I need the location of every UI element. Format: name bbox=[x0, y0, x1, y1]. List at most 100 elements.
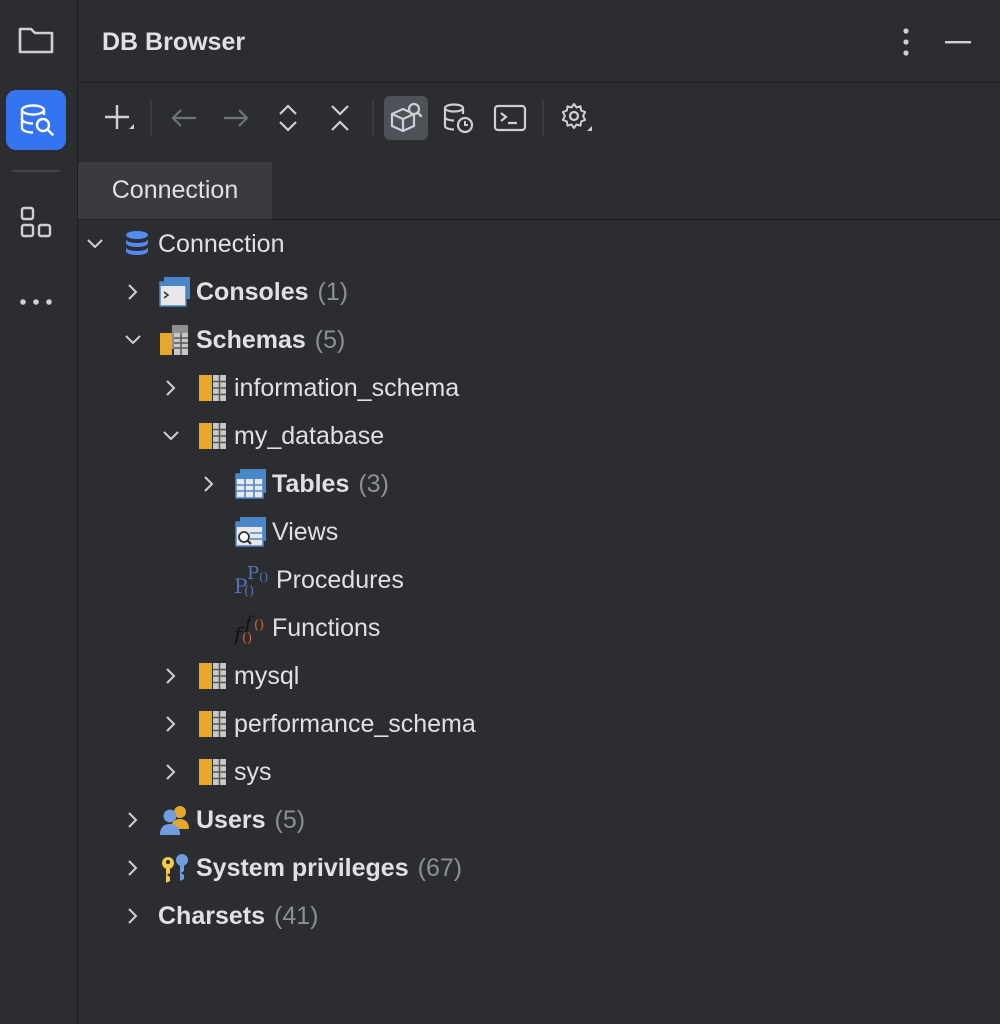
chevron-right-icon[interactable] bbox=[160, 713, 182, 735]
item-count: (41) bbox=[274, 901, 319, 930]
item-count: (1) bbox=[317, 277, 349, 306]
database-icon bbox=[120, 227, 154, 261]
toolbar-separator bbox=[372, 99, 374, 137]
privileges-keys-icon bbox=[158, 851, 192, 885]
consoles-icon bbox=[158, 275, 192, 309]
gear-icon bbox=[561, 103, 592, 131]
tree-node-charsets[interactable]: Charsets (41) bbox=[122, 892, 318, 940]
schema-icon bbox=[196, 419, 230, 453]
connection-tabs: Connection bbox=[78, 162, 1000, 220]
options-menu-button[interactable] bbox=[888, 24, 924, 60]
item-count: (5) bbox=[314, 325, 346, 354]
chevron-down-icon[interactable] bbox=[160, 425, 182, 447]
tree-node-label: sys bbox=[234, 757, 272, 786]
chevron-right-icon[interactable] bbox=[122, 905, 144, 927]
terminal-icon bbox=[493, 104, 527, 132]
object-filter-button[interactable] bbox=[384, 96, 428, 140]
database-search-icon bbox=[20, 104, 54, 136]
tree-node-label: Connection bbox=[158, 229, 285, 258]
tree-node-procedures[interactable]: P P () () Procedures bbox=[234, 556, 404, 604]
chevron-right-icon[interactable] bbox=[122, 809, 144, 831]
collapse-all-button[interactable] bbox=[318, 96, 362, 140]
svg-text:(): () bbox=[259, 570, 268, 584]
tree-node-label: information_schema bbox=[234, 373, 460, 402]
svg-text:(): () bbox=[244, 584, 254, 597]
add-connection-button[interactable] bbox=[96, 96, 140, 140]
chevron-right-icon[interactable] bbox=[160, 665, 182, 687]
tree-node-users[interactable]: Users (5) bbox=[122, 796, 305, 844]
svg-text:(): () bbox=[254, 618, 264, 633]
history-button[interactable] bbox=[436, 96, 480, 140]
item-count: (5) bbox=[274, 805, 306, 834]
tree-node-schema[interactable]: my_database bbox=[160, 412, 384, 460]
tree-node-label: Tables bbox=[272, 469, 350, 498]
tree-node-schema[interactable]: information_schema bbox=[160, 364, 459, 412]
more-vertical-icon bbox=[903, 28, 909, 56]
item-count: (3) bbox=[358, 469, 389, 498]
item-count: (67) bbox=[417, 853, 463, 882]
procedures-icon: P P () () bbox=[234, 563, 272, 597]
schema-icon bbox=[196, 755, 230, 789]
tool-window-rail bbox=[0, 0, 78, 1024]
tree-node-label: Functions bbox=[272, 613, 381, 642]
project-folder-button[interactable] bbox=[6, 10, 66, 70]
structure-button[interactable] bbox=[6, 192, 66, 252]
tree-node-label: Users bbox=[196, 805, 266, 834]
back-button[interactable] bbox=[162, 96, 206, 140]
toolbar bbox=[78, 83, 1000, 153]
plus-icon bbox=[105, 105, 134, 129]
settings-button[interactable] bbox=[554, 96, 598, 140]
tree-node-schemas[interactable]: Schemas (5) bbox=[122, 316, 345, 364]
functions-icon: f f () () bbox=[234, 611, 268, 645]
minimize-button[interactable] bbox=[940, 24, 976, 60]
window-title: DB Browser bbox=[102, 28, 246, 56]
chevron-right-icon[interactable] bbox=[160, 761, 182, 783]
schemas-icon bbox=[158, 323, 192, 357]
users-icon bbox=[158, 803, 192, 837]
collapse-icon bbox=[331, 105, 349, 131]
svg-text:P: P bbox=[247, 563, 259, 584]
rail-separator bbox=[12, 170, 60, 172]
cube-search-icon bbox=[390, 102, 423, 133]
db-browser-button[interactable] bbox=[6, 90, 66, 150]
tree-node-label: Schemas bbox=[196, 325, 306, 354]
arrow-left-icon bbox=[171, 109, 196, 127]
chevron-down-icon[interactable] bbox=[122, 329, 144, 351]
svg-text:(): () bbox=[242, 631, 252, 645]
tree-node-schema[interactable]: mysql bbox=[160, 652, 299, 700]
chevron-down-icon[interactable] bbox=[84, 233, 106, 255]
tree-node-views[interactable]: Views bbox=[234, 508, 338, 556]
database-clock-icon bbox=[443, 103, 474, 134]
expand-all-button[interactable] bbox=[266, 96, 310, 140]
tree-node-functions[interactable]: f f () () Functions bbox=[234, 604, 380, 652]
chevron-right-icon[interactable] bbox=[122, 857, 144, 879]
tree-node-label: my_database bbox=[234, 421, 385, 450]
chevron-right-icon[interactable] bbox=[160, 377, 182, 399]
tables-icon bbox=[234, 467, 268, 501]
chevron-right-icon[interactable] bbox=[122, 281, 144, 303]
forward-button[interactable] bbox=[214, 96, 258, 140]
tree-node-tables[interactable]: Tables (3) bbox=[198, 460, 389, 508]
more-tools-button[interactable] bbox=[6, 272, 66, 332]
structure-icon bbox=[20, 206, 52, 238]
schema-icon bbox=[196, 371, 230, 405]
tool-window-header: DB Browser bbox=[78, 0, 1000, 83]
tree-node-schema[interactable]: performance_schema bbox=[160, 700, 476, 748]
more-horizontal-icon bbox=[20, 299, 52, 305]
tree-node-label: performance_schema bbox=[234, 709, 476, 738]
tree-node-label: Charsets bbox=[158, 901, 265, 930]
views-icon bbox=[234, 515, 268, 549]
tree-node-system-privileges[interactable]: System privileges (67) bbox=[122, 844, 462, 892]
toolbar-separator bbox=[150, 99, 152, 137]
tab-connection[interactable]: Connection bbox=[78, 162, 272, 219]
tree-node-label: Consoles bbox=[196, 277, 309, 306]
chevron-right-icon[interactable] bbox=[198, 473, 220, 495]
open-console-button[interactable] bbox=[488, 96, 532, 140]
tree-node-schema[interactable]: sys bbox=[160, 748, 272, 796]
tree-node-label: System privileges bbox=[196, 853, 409, 882]
tree-node-label: mysql bbox=[234, 661, 300, 690]
tree-node-consoles[interactable]: Consoles (1) bbox=[122, 268, 348, 316]
tree-node-label: Views bbox=[272, 517, 339, 546]
tree-node-connection[interactable]: Connection bbox=[84, 220, 284, 268]
schema-icon bbox=[196, 707, 230, 741]
